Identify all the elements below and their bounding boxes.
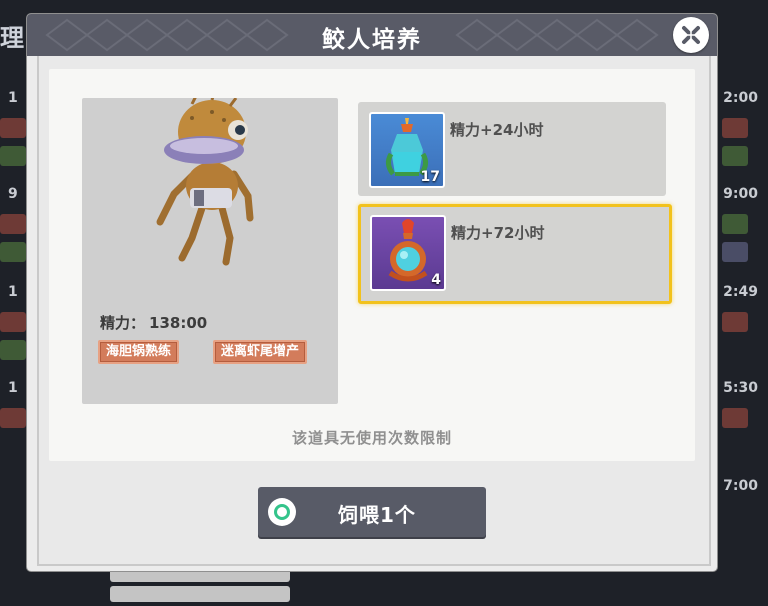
bg-time: 2:49 — [723, 284, 758, 300]
bg-chip — [0, 146, 26, 166]
item-count: 17 — [420, 169, 440, 185]
bg-chip — [0, 340, 26, 360]
bg-chip — [722, 242, 748, 262]
bg-num: 9 — [8, 186, 18, 202]
cultivation-dialog: 鲛人培养 精力： 138:00 海胆锅熟练 迷离虾尾增产 17 精力+24小时 … — [27, 14, 717, 571]
character-card: 精力： 138:00 海胆锅熟练 迷离虾尾增产 — [82, 98, 338, 404]
feed-button[interactable]: 饲喂1个 — [258, 487, 486, 537]
background-title-fragment: 理 — [0, 24, 24, 52]
dialog-title: 鲛人培养 — [322, 27, 422, 53]
item-description: 精力+72小时 — [451, 224, 545, 242]
item-option[interactable]: 17 精力+24小时 — [358, 102, 666, 196]
bg-time: 7:00 — [723, 478, 758, 494]
bg-num: 1 — [8, 90, 18, 106]
bg-time: 5:30 — [723, 380, 758, 396]
usage-limit-note: 该道具无使用次数限制 — [291, 429, 452, 447]
stamina-readout: 精力： 138:00 — [100, 312, 207, 333]
dialog-header: 鲛人培养 — [27, 14, 717, 56]
radio-ring-icon — [268, 498, 296, 526]
stamina-label: 精力： — [100, 314, 146, 332]
stamina-value: 138:00 — [149, 314, 208, 332]
item-thumbnail: 17 — [369, 112, 445, 188]
mermaid-character-illustration — [156, 98, 254, 266]
bg-chip — [0, 408, 26, 428]
close-button[interactable] — [673, 17, 709, 53]
bg-chip — [0, 118, 26, 138]
item-description: 精力+24小时 — [450, 121, 544, 139]
item-thumbnail: 4 — [370, 215, 446, 291]
bg-chip — [722, 408, 748, 428]
bg-chip — [722, 118, 748, 138]
item-option-selected[interactable]: 4 精力+72小时 — [358, 204, 672, 304]
bg-chip — [0, 242, 26, 262]
bg-chip — [722, 214, 748, 234]
bg-chip — [0, 214, 26, 234]
bg-chip — [722, 146, 748, 166]
bg-time: 2:00 — [723, 90, 758, 106]
bg-chip — [0, 312, 26, 332]
bg-num: 1 — [8, 284, 18, 300]
bg-chip — [722, 312, 748, 332]
skill-tag: 海胆锅熟练 — [98, 340, 180, 364]
item-count: 4 — [431, 272, 441, 288]
close-x-icon — [682, 26, 700, 44]
bg-time: 9:00 — [723, 186, 758, 202]
feed-button-label: 饲喂1个 — [338, 503, 416, 527]
skill-tag: 迷离虾尾增产 — [213, 340, 308, 364]
bg-num: 1 — [8, 380, 18, 396]
